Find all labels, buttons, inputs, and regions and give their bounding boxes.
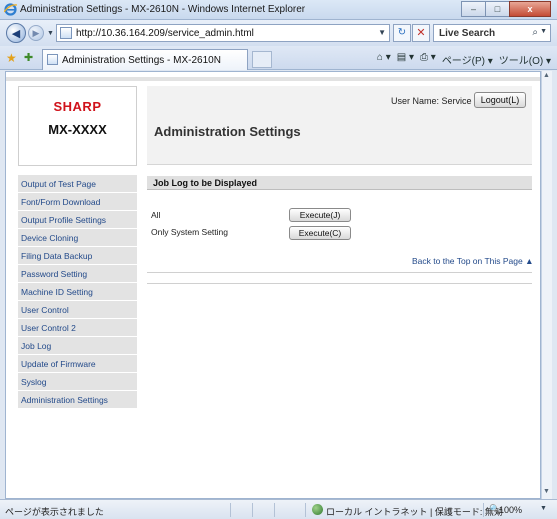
back-to-top-link[interactable]: Back to the Top on This Page ▲ (412, 256, 534, 266)
tab-bar: ★ ✚ Administration Settings - MX-2610N ⌂… (0, 46, 557, 70)
zoom-dropdown-icon[interactable]: ▼ (540, 505, 547, 512)
search-icon[interactable]: ⌕ (532, 27, 538, 38)
window-controls: – □ x (461, 1, 551, 17)
sidebar-nav: Output of Test Page Font/Form Download O… (18, 175, 137, 409)
address-bar[interactable]: http://10.36.164.209/service_admin.html … (56, 24, 390, 42)
sidebar-item-output-profile-settings[interactable]: Output Profile Settings (18, 211, 137, 229)
content-divider-2 (147, 283, 532, 284)
feeds-command[interactable]: ▤ ▾ (397, 52, 414, 67)
sidebar-item-device-cloning[interactable]: Device Cloning (18, 229, 137, 247)
header-divider (147, 164, 532, 165)
status-divider (230, 503, 231, 517)
execute-all-button[interactable]: Execute(J) (289, 208, 351, 222)
status-divider (305, 503, 306, 517)
sidebar-item-job-log[interactable]: Job Log (18, 337, 137, 355)
security-zone-text[interactable]: ローカル イントラネット | 保護モード: 無効 (326, 505, 503, 518)
sidebar-item-password-setting[interactable]: Password Setting (18, 265, 137, 283)
tab-page-icon (47, 54, 58, 65)
tab-admin-settings[interactable]: Administration Settings - MX-2610N (42, 49, 248, 70)
sidebar-item-filing-data-backup[interactable]: Filing Data Backup (18, 247, 137, 265)
intranet-zone-icon (312, 504, 323, 515)
favorites-star-icon[interactable]: ★ (6, 51, 17, 65)
page-icon (60, 27, 72, 39)
execute-system-setting-button[interactable]: Execute(C) (289, 226, 351, 240)
status-divider (274, 503, 275, 517)
sidebar-item-user-control-2[interactable]: User Control 2 (18, 319, 137, 337)
status-bar: ページが表示されました ローカル イントラネット | 保護モード: 無効 🔍 1… (0, 499, 557, 519)
sidebar-item-syslog[interactable]: Syslog (18, 373, 137, 391)
top-strip (6, 77, 540, 81)
sidebar-item-machine-id-setting[interactable]: Machine ID Setting (18, 283, 137, 301)
home-command[interactable]: ⌂ ▾ (377, 52, 391, 67)
row-label-all: All (151, 210, 161, 220)
search-placeholder: Live Search (439, 28, 496, 39)
brand-panel: SHARP MX-XXXX (18, 86, 137, 166)
minimize-button[interactable]: – (461, 1, 486, 17)
window-titlebar: Administration Settings - MX-2610N - Win… (0, 0, 557, 20)
search-dropdown-icon[interactable]: ▼ (540, 28, 547, 35)
close-button[interactable]: x (509, 1, 551, 17)
page-menu[interactable]: ページ(P) ▾ (442, 52, 493, 67)
command-bar: ⌂ ▾ ▤ ▾ ⎙ ▾ ページ(P) ▾ ツール(O) ▾ (377, 52, 551, 67)
model-name: MX-XXXX (48, 122, 107, 137)
sharp-logo: SHARP (53, 99, 102, 114)
tools-menu[interactable]: ツール(O) ▾ (499, 52, 551, 67)
row-label-system-setting: Only System Setting (151, 227, 229, 237)
sidebar-item-administration-settings[interactable]: Administration Settings (18, 391, 137, 409)
add-favorites-icon[interactable]: ✚ (24, 51, 33, 64)
page-viewport: SHARP MX-XXXX User Name: Service Logout(… (5, 71, 541, 499)
navigation-bar: ◀ ▶ ▼ http://10.36.164.209/service_admin… (0, 20, 557, 46)
search-input[interactable]: Live Search ⌕ ▼ (433, 24, 551, 42)
address-dropdown-icon[interactable]: ▼ (378, 28, 386, 37)
status-text: ページが表示されました (5, 507, 104, 517)
page-title: Administration Settings (154, 124, 301, 139)
stop-button[interactable]: ✕ (412, 24, 430, 42)
content-divider-1 (147, 272, 532, 273)
scroll-up-icon[interactable]: ▲ (543, 72, 550, 79)
section-title: Job Log to be Displayed (153, 178, 258, 188)
new-tab-button[interactable] (252, 51, 272, 68)
status-divider (483, 503, 484, 517)
vertical-scrollbar[interactable]: ▲ ▼ (541, 71, 552, 499)
status-divider (252, 503, 253, 517)
user-name: User Name: Service (391, 96, 472, 106)
sidebar-item-output-test-page[interactable]: Output of Test Page (18, 175, 137, 193)
tab-label: Administration Settings - MX-2610N (62, 55, 221, 66)
scroll-down-icon[interactable]: ▼ (543, 488, 550, 495)
sidebar-item-font-form-download[interactable]: Font/Form Download (18, 193, 137, 211)
ie-logo-icon (4, 3, 17, 16)
address-url[interactable]: http://10.36.164.209/service_admin.html (76, 28, 254, 39)
window-title: Administration Settings - MX-2610N - Win… (20, 4, 306, 15)
maximize-button[interactable]: □ (485, 1, 510, 17)
admin-page: SHARP MX-XXXX User Name: Service Logout(… (6, 72, 540, 498)
print-command[interactable]: ⎙ ▾ (420, 52, 436, 67)
section-header: Job Log to be Displayed (147, 176, 532, 190)
sidebar-item-user-control[interactable]: User Control (18, 301, 137, 319)
logout-button[interactable]: Logout(L) (474, 92, 526, 108)
forward-button[interactable]: ▶ (28, 25, 44, 41)
sidebar-item-update-firmware[interactable]: Update of Firmware (18, 355, 137, 373)
history-dropdown-icon[interactable]: ▼ (47, 30, 54, 37)
zoom-level[interactable]: 100% (499, 505, 522, 515)
refresh-button[interactable]: ↻ (393, 24, 411, 42)
back-button[interactable]: ◀ (6, 23, 26, 43)
